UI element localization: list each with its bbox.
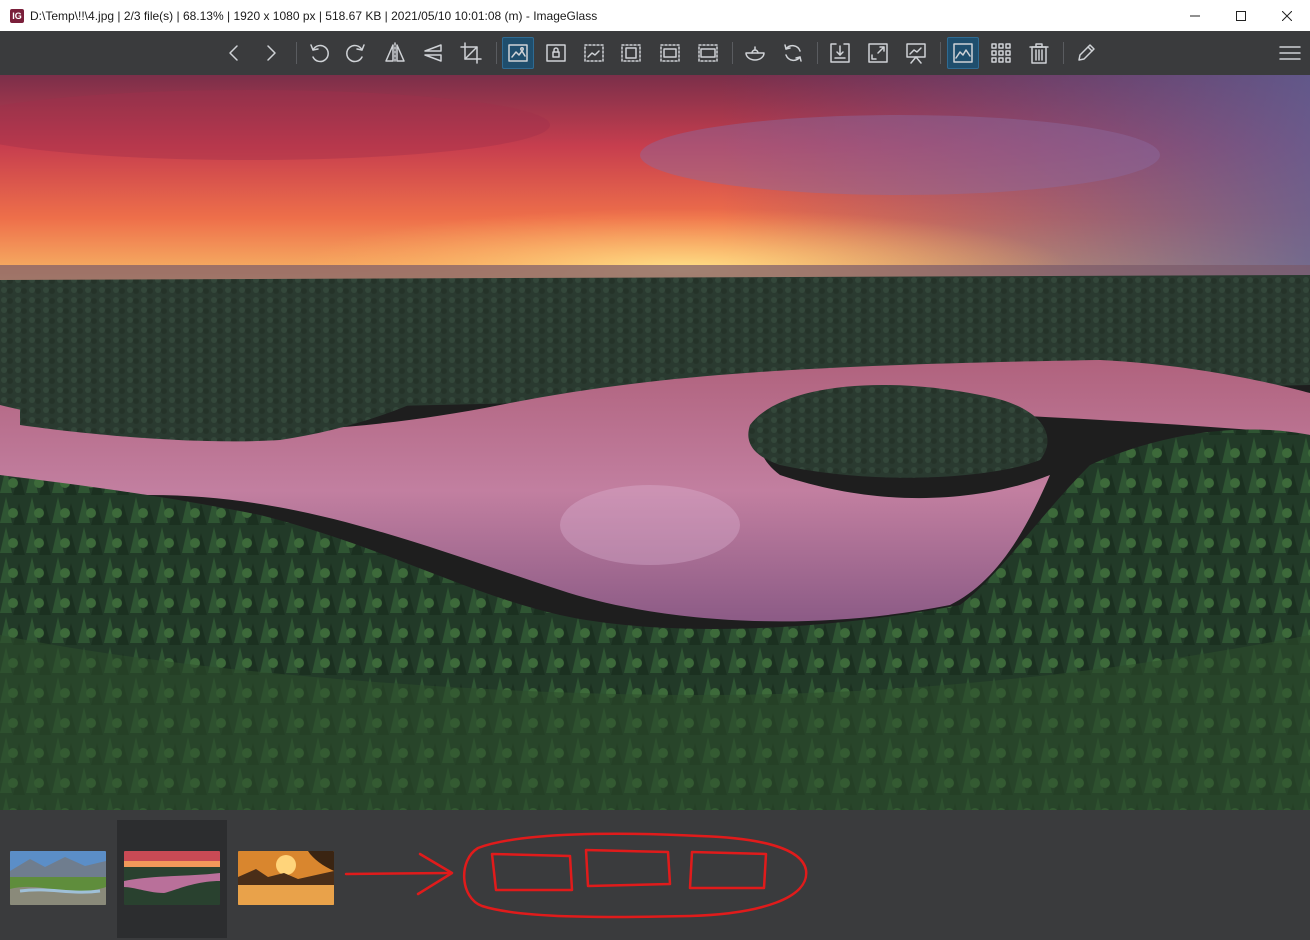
scale-to-fill-button[interactable] [692,37,724,69]
next-image-button[interactable] [255,37,287,69]
toolbar-separator [940,42,941,64]
app-icon[interactable]: IG [10,8,24,23]
toolbar-separator [732,42,733,64]
landscape-photo [0,75,1310,810]
rotate-left-button[interactable] [303,37,335,69]
thumbnail-icon [953,43,973,63]
bowl-icon [745,46,765,61]
refresh-icon [784,44,802,62]
fullscreen-icon [868,43,888,63]
minimize-icon [1190,15,1200,16]
thumbnail-golden-lake[interactable] [238,851,334,905]
thumbnail-mountain-lake[interactable] [10,851,106,905]
toolbar-separator [296,42,297,64]
auto-zoom-icon [508,44,528,62]
refresh-button[interactable] [777,37,809,69]
window-controls [1172,0,1310,31]
toolbar [0,31,1310,75]
scale-fill-icon [698,44,718,62]
auto-zoom-button[interactable] [502,37,534,69]
flip-vertical-icon [424,44,442,62]
window-title: D:\Temp\!!\4.jpg | 2/3 file(s) | 68.13% … [30,8,598,23]
slideshow-button[interactable] [900,37,932,69]
full-screen-button[interactable] [862,37,894,69]
open-with-button[interactable] [739,37,771,69]
thumbnail-image [10,851,106,905]
maximize-button[interactable] [1218,0,1264,31]
rotate-right-button[interactable] [340,37,372,69]
minimize-button[interactable] [1172,0,1218,31]
goto-image-button[interactable] [824,37,856,69]
toolbar-separator [817,42,818,64]
checkerboard-button[interactable] [985,37,1017,69]
thumbnail-sunset-lake[interactable] [124,851,220,905]
edit-button[interactable] [1070,37,1102,69]
rotate-right-icon [346,44,365,63]
close-icon [1282,10,1292,21]
lock-zoom-button[interactable] [540,37,572,69]
previous-image-button[interactable] [218,37,250,69]
scale-to-width-button[interactable] [578,37,610,69]
thumbnail-bar-button[interactable] [947,37,979,69]
delete-button[interactable] [1023,37,1055,69]
thumbnail-image [238,851,334,905]
chevron-left-icon [229,45,238,61]
goto-icon [830,43,850,63]
chevron-right-icon [267,45,276,61]
scale-to-height-button[interactable] [615,37,647,69]
trash-icon [1029,43,1049,64]
main-menu-button[interactable] [1274,37,1306,69]
flip-vertical-button[interactable] [417,37,449,69]
rotate-left-icon [310,44,329,63]
title-bar: IG D:\Temp\!!\4.jpg | 2/3 file(s) | 68.1… [0,0,1310,32]
maximize-icon [1236,10,1246,21]
crop-button[interactable] [455,37,487,69]
image-viewer[interactable] [0,75,1310,810]
grid-icon [991,43,1011,63]
thumbnail-image [124,851,220,905]
toolbar-separator [1063,42,1064,64]
flip-horizontal-button[interactable] [379,37,411,69]
thumbnail-bar [0,810,1310,940]
flip-horizontal-icon [385,42,405,64]
scale-width-icon [584,44,604,62]
scale-fit-icon [660,44,680,62]
pencil-icon [1078,44,1095,61]
hamburger-icon [1279,46,1301,60]
scale-height-icon [621,44,641,62]
close-button[interactable] [1264,0,1310,31]
lock-zoom-icon [546,44,566,62]
crop-icon [460,42,482,64]
scale-to-fit-button[interactable] [654,37,686,69]
slideshow-icon [906,43,926,64]
toolbar-separator [496,42,497,64]
